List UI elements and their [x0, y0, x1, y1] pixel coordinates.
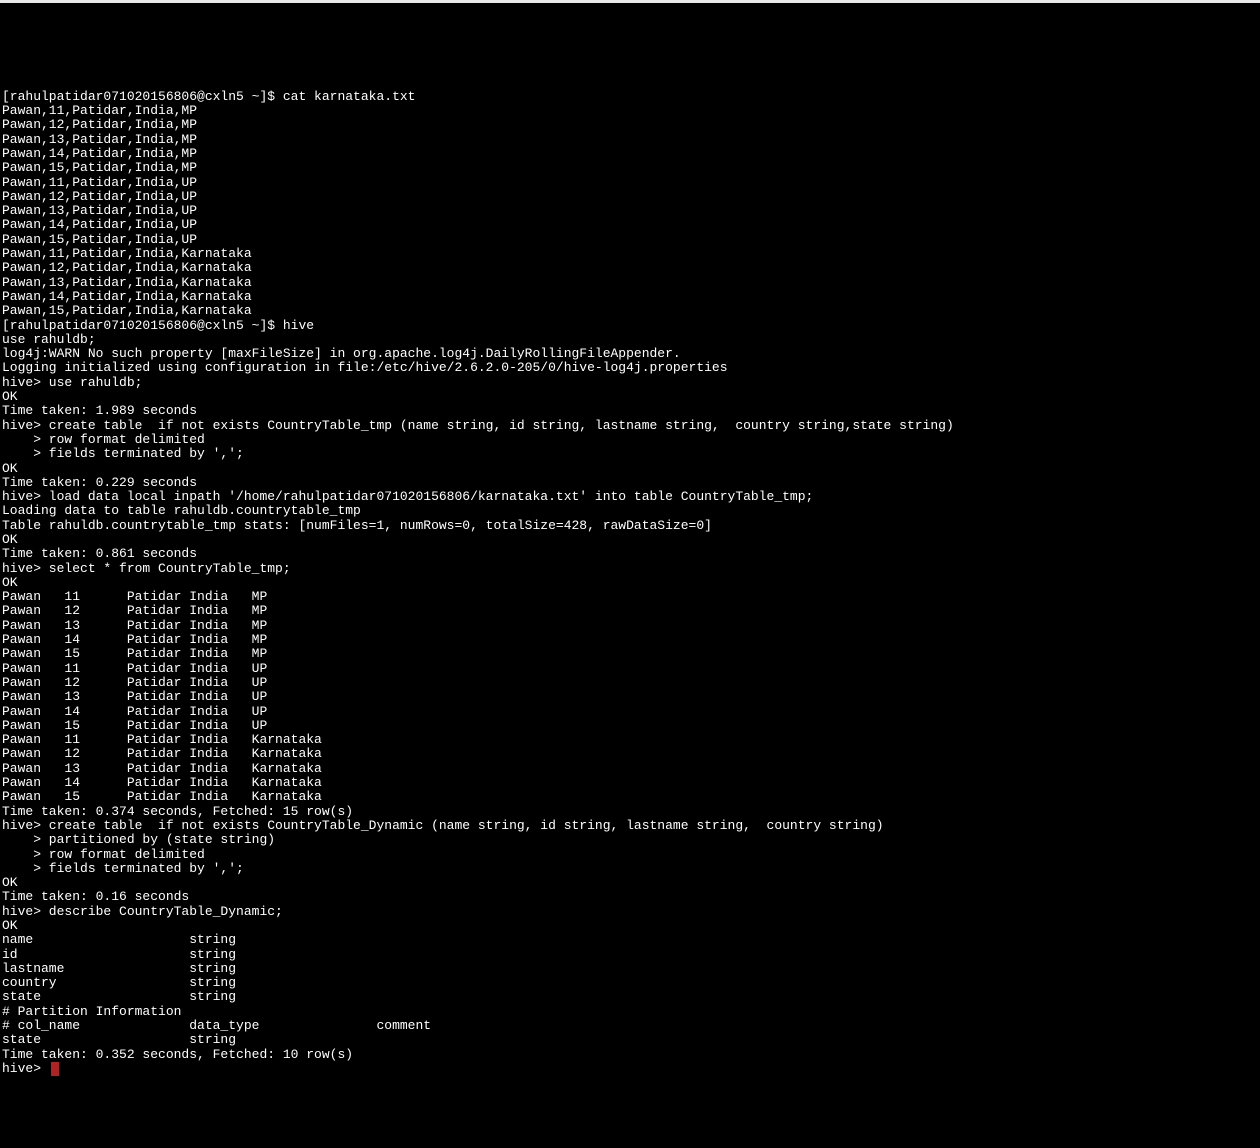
- cursor-icon: [51, 1062, 59, 1076]
- terminal-line: > fields terminated by ',';: [2, 862, 1260, 876]
- terminal-line: Pawan 15 Patidar India UP: [2, 719, 1260, 733]
- terminal-line: Pawan 15 Patidar India Karnataka: [2, 790, 1260, 804]
- terminal-output[interactable]: [rahulpatidar071020156806@cxln5 ~]$ cat …: [2, 90, 1260, 1076]
- terminal-line: Pawan 11 Patidar India MP: [2, 590, 1260, 604]
- terminal-line: hive> describe CountryTable_Dynamic;: [2, 905, 1260, 919]
- terminal-line: log4j:WARN No such property [maxFileSize…: [2, 347, 1260, 361]
- terminal-line: name string: [2, 933, 1260, 947]
- terminal-line: state string: [2, 990, 1260, 1004]
- terminal-line: hive> create table if not exists Country…: [2, 819, 1260, 833]
- terminal-line: OK: [2, 390, 1260, 404]
- terminal-line: Pawan 14 Patidar India Karnataka: [2, 776, 1260, 790]
- terminal-line: OK: [2, 462, 1260, 476]
- terminal-line: [rahulpatidar071020156806@cxln5 ~]$ cat …: [2, 90, 1260, 104]
- terminal-line: Pawan 11 Patidar India Karnataka: [2, 733, 1260, 747]
- terminal-line: OK: [2, 576, 1260, 590]
- terminal-line: OK: [2, 533, 1260, 547]
- terminal-line: > partitioned by (state string): [2, 833, 1260, 847]
- terminal-line: Time taken: 0.861 seconds: [2, 547, 1260, 561]
- terminal-line: Time taken: 0.229 seconds: [2, 476, 1260, 490]
- terminal-line: country string: [2, 976, 1260, 990]
- terminal-line: Pawan,13,Patidar,India,UP: [2, 204, 1260, 218]
- terminal-line: Pawan,11,Patidar,India,UP: [2, 176, 1260, 190]
- terminal-line: Pawan,15,Patidar,India,UP: [2, 233, 1260, 247]
- terminal-line: Pawan 14 Patidar India MP: [2, 633, 1260, 647]
- terminal-line: hive> load data local inpath '/home/rahu…: [2, 490, 1260, 504]
- terminal-line: Pawan 11 Patidar India UP: [2, 662, 1260, 676]
- terminal-line: Time taken: 0.352 seconds, Fetched: 10 r…: [2, 1048, 1260, 1062]
- terminal-line: Time taken: 1.989 seconds: [2, 404, 1260, 418]
- terminal-line: Pawan,13,Patidar,India,MP: [2, 133, 1260, 147]
- terminal-line: Loading data to table rahuldb.countrytab…: [2, 504, 1260, 518]
- terminal-line: [rahulpatidar071020156806@cxln5 ~]$ hive: [2, 319, 1260, 333]
- hive-prompt[interactable]: hive>: [2, 1062, 1260, 1076]
- terminal-line: Pawan 12 Patidar India Karnataka: [2, 747, 1260, 761]
- terminal-line: Pawan,12,Patidar,India,Karnataka: [2, 261, 1260, 275]
- terminal-line: Pawan,11,Patidar,India,MP: [2, 104, 1260, 118]
- terminal-line: id string: [2, 948, 1260, 962]
- terminal-line: use rahuldb;: [2, 333, 1260, 347]
- terminal-line: state string: [2, 1033, 1260, 1047]
- terminal-line: Pawan 14 Patidar India UP: [2, 705, 1260, 719]
- terminal-line: Pawan 13 Patidar India UP: [2, 690, 1260, 704]
- terminal-line: Time taken: 0.374 seconds, Fetched: 15 r…: [2, 805, 1260, 819]
- terminal-line: Pawan 12 Patidar India MP: [2, 604, 1260, 618]
- terminal-line: Pawan,13,Patidar,India,Karnataka: [2, 276, 1260, 290]
- terminal-line: lastname string: [2, 962, 1260, 976]
- terminal-line: Pawan,12,Patidar,India,MP: [2, 118, 1260, 132]
- terminal-line: Pawan,15,Patidar,India,MP: [2, 161, 1260, 175]
- terminal-line: Pawan 13 Patidar India Karnataka: [2, 762, 1260, 776]
- terminal-line: Pawan 15 Patidar India MP: [2, 647, 1260, 661]
- terminal-line: > fields terminated by ',';: [2, 447, 1260, 461]
- terminal-line: Pawan,15,Patidar,India,Karnataka: [2, 304, 1260, 318]
- terminal-line: Pawan,12,Patidar,India,UP: [2, 190, 1260, 204]
- terminal-line: Time taken: 0.16 seconds: [2, 890, 1260, 904]
- terminal-line: # col_name data_type comment: [2, 1019, 1260, 1033]
- terminal-line: Pawan,14,Patidar,India,MP: [2, 147, 1260, 161]
- terminal-line: > row format delimited: [2, 433, 1260, 447]
- terminal-line: > row format delimited: [2, 848, 1260, 862]
- terminal-line: Pawan 12 Patidar India UP: [2, 676, 1260, 690]
- terminal-line: hive> select * from CountryTable_tmp;: [2, 562, 1260, 576]
- terminal-line: hive> use rahuldb;: [2, 376, 1260, 390]
- terminal-line: hive> create table if not exists Country…: [2, 419, 1260, 433]
- terminal-line: # Partition Information: [2, 1005, 1260, 1019]
- terminal-line: Pawan,14,Patidar,India,UP: [2, 218, 1260, 232]
- terminal-line: Table rahuldb.countrytable_tmp stats: [n…: [2, 519, 1260, 533]
- terminal-line: Pawan,14,Patidar,India,Karnataka: [2, 290, 1260, 304]
- terminal-line: Pawan,11,Patidar,India,Karnataka: [2, 247, 1260, 261]
- terminal-line: OK: [2, 919, 1260, 933]
- terminal-line: OK: [2, 876, 1260, 890]
- terminal-line: Pawan 13 Patidar India MP: [2, 619, 1260, 633]
- terminal-line: Logging initialized using configuration …: [2, 361, 1260, 375]
